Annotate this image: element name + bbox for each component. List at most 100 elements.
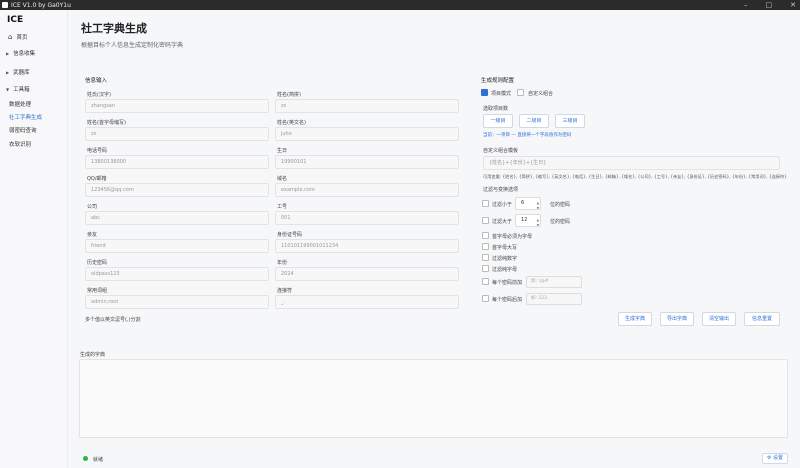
level-two-button[interactable]: 二级目	[519, 114, 549, 128]
first-cap-checkbox[interactable]	[482, 243, 489, 250]
prefix-input[interactable]: 如: !@#	[526, 276, 582, 288]
window-controls: – □ ✕	[744, 0, 796, 10]
filter-max-suffix: 位的密码	[550, 219, 571, 225]
main-panel: 社工字典生成 根据目标个人信息生成定制化密码字典 信息输入 姓氏(汉字) zha…	[68, 10, 800, 468]
brand-logo: ICE	[7, 15, 24, 25]
no-letter-label: 过滤纯字母	[492, 267, 518, 273]
field-label: 年份	[277, 260, 288, 266]
field-label: 电话号码	[87, 148, 108, 154]
clear-button[interactable]: 清空输出	[702, 312, 736, 326]
prefix-checkbox[interactable]	[482, 278, 489, 285]
filter-title: 过滤与变换选项	[483, 187, 519, 193]
field-label: QQ/邮箱	[87, 176, 107, 182]
sidebar: ICE ⌂ 首页 ▶ 信息收集 ▶ 武器库 ▼ 工具箱 数据处理 社工字典生成 …	[0, 10, 68, 468]
field-label: 工号	[277, 204, 288, 210]
id-card-input[interactable]: 110101199001011234	[275, 239, 459, 253]
field-label: 身份证号码	[277, 232, 303, 238]
prefix-label: 每个密码前加	[492, 280, 523, 286]
level-hint: 当前：一项目 — 直接将一个字段值作为密码	[483, 133, 572, 138]
field-label: 姓名(简拼)	[277, 92, 301, 98]
page-title: 社工字典生成	[81, 22, 147, 35]
filter-min-checkbox[interactable]	[482, 200, 489, 207]
filter-min-stepper[interactable]: 6 ▲ ▼	[515, 197, 541, 210]
chevron-down-icon[interactable]: ▼	[537, 220, 539, 231]
sidebar-item-label: 工具箱	[13, 87, 30, 93]
gear-icon: ⚙	[766, 455, 772, 461]
birthday-input[interactable]: 19900101	[275, 155, 459, 169]
window-title: ICE V1.0 by Ga0Y1u	[11, 1, 71, 9]
filter-max-label: 过滤大于	[492, 219, 513, 225]
old-password-input[interactable]: oldpass123	[85, 267, 269, 281]
sidebar-item-dict-gen[interactable]: 社工字典生成	[0, 111, 68, 123]
first-upper-checkbox[interactable]	[482, 232, 489, 239]
no-digit-label: 过滤纯数字	[492, 256, 518, 262]
field-label: 历史密码	[87, 260, 108, 266]
field-label: 姓氏(汉字)	[87, 92, 111, 98]
surname-input[interactable]: zhangsan	[85, 99, 269, 113]
caret-down-icon: ▼	[6, 86, 10, 92]
input-note: 多个值以英文逗号(,)分割	[85, 317, 141, 323]
domain-input[interactable]: example.com	[275, 183, 459, 197]
no-letter-checkbox[interactable]	[482, 265, 489, 272]
no-digit-checkbox[interactable]	[482, 254, 489, 261]
field-label: 生日	[277, 148, 288, 154]
sidebar-item-label: 武器库	[13, 70, 30, 76]
filter-min-value: 6	[521, 200, 525, 206]
sidebar-item-info-collect[interactable]: ▶ 信息收集	[0, 47, 68, 59]
year-input[interactable]: 2024	[275, 267, 459, 281]
field-label: 姓名(首字母缩写)	[87, 120, 126, 126]
reset-button[interactable]: 信息重置	[744, 312, 780, 326]
maximize-icon[interactable]: □	[766, 1, 773, 9]
sidebar-item-label: 首页	[16, 35, 28, 41]
qq-email-input[interactable]: 123456@qq.com	[85, 183, 269, 197]
generate-button[interactable]: 生成字典	[618, 312, 652, 326]
suffix-checkbox[interactable]	[482, 295, 489, 302]
filter-max-stepper[interactable]: 12 ▲ ▼	[515, 214, 541, 227]
suffix-label: 每个密码后加	[492, 297, 523, 303]
english-name-input[interactable]: juho	[275, 127, 459, 141]
sidebar-item-home[interactable]: ⌂ 首页	[0, 31, 68, 43]
sidebar-item-toolbox[interactable]: ▼ 工具箱	[0, 83, 68, 95]
close-icon[interactable]: ✕	[790, 1, 796, 9]
suffix-input[interactable]: 如: 123	[526, 293, 582, 305]
filter-max-checkbox[interactable]	[482, 217, 489, 224]
chevron-down-icon[interactable]: ▼	[537, 203, 539, 214]
custom-mode-label: 自定义组合	[528, 91, 554, 97]
level-one-button[interactable]: 一级目	[483, 114, 513, 128]
sidebar-item-data-process[interactable]: 数据处理	[0, 98, 68, 110]
first-cap-label: 首字母大写	[492, 245, 518, 251]
custom-mode-checkbox[interactable]	[517, 89, 524, 96]
level-three-button[interactable]: 三级目	[555, 114, 585, 128]
phone-input[interactable]: 13800138000	[85, 155, 269, 169]
caret-right-icon: ▶	[6, 69, 10, 75]
relatives-input[interactable]: friend	[85, 239, 269, 253]
field-label: 姓名(英文名)	[277, 120, 306, 126]
field-label: 亲友	[87, 232, 98, 238]
sidebar-item-weapons[interactable]: ▶ 武器库	[0, 66, 68, 78]
home-icon: ⌂	[8, 33, 13, 41]
custom-template-input[interactable]: {姓名}+{年份}+{生日}	[483, 156, 780, 170]
employee-id-input[interactable]: 001	[275, 211, 459, 225]
field-label: 公司	[87, 204, 98, 210]
level-title: 选取项目数	[483, 106, 509, 112]
info-section-title: 信息输入	[85, 78, 108, 84]
sidebar-item-recognition[interactable]: 衣软识别	[0, 138, 68, 150]
output-label: 生成的字典	[80, 352, 106, 358]
sidebar-item-weak-pass[interactable]: 弱密码查询	[0, 124, 68, 136]
name-pinyin-input[interactable]: zs	[275, 99, 459, 113]
connector-input[interactable]: _.	[275, 295, 459, 309]
sidebar-item-label: 信息收集	[13, 51, 36, 57]
filter-min-suffix: 位的密码	[550, 202, 571, 208]
output-textarea[interactable]	[79, 359, 788, 438]
field-label: 域名	[277, 176, 288, 182]
export-button[interactable]: 导出字典	[660, 312, 694, 326]
minimize-icon[interactable]: –	[744, 1, 748, 9]
company-input[interactable]: abc	[85, 211, 269, 225]
field-label: 常用词组	[87, 288, 108, 294]
settings-button[interactable]: ⚙ 设置	[762, 453, 788, 464]
common-words-input[interactable]: admin,root	[85, 295, 269, 309]
rules-section-title: 生成规则配置	[481, 78, 515, 84]
project-mode-checkbox[interactable]	[481, 89, 488, 96]
caret-right-icon: ▶	[6, 50, 10, 56]
name-initials-input[interactable]: zs	[85, 127, 269, 141]
